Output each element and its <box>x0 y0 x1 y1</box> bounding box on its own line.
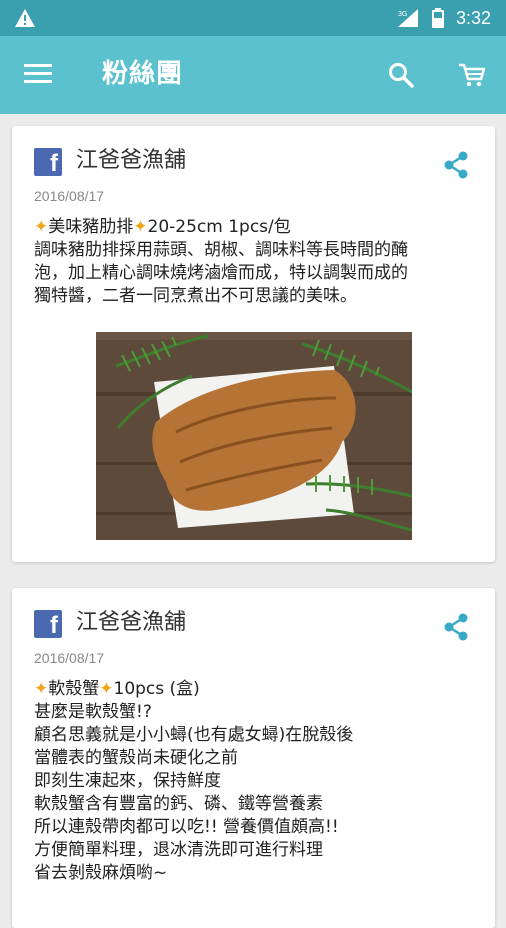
warning-icon <box>15 9 35 27</box>
search-icon[interactable] <box>388 62 414 88</box>
sparkle-icon: ✦ <box>99 679 114 699</box>
status-bar: 3G 3:32 <box>0 0 506 36</box>
headline-text: 軟殼蟹 <box>48 679 100 699</box>
post-line: 獨特醬，二者一同烹煮出不可思議的美味。 <box>34 286 357 306</box>
post-line: 當體表的蟹殼尚未硬化之前 <box>34 748 238 768</box>
post-body: ✦軟殼蟹✦10pcs (盒) 甚麼是軟殼蟹!? 顧名思義就是小小蟳(也有處女蟳)… <box>34 678 484 885</box>
post-card[interactable]: f 江爸爸漁舖 2016/08/17 ✦軟殼蟹✦10pcs (盒) 甚麼是軟殼蟹… <box>12 588 495 928</box>
sparkle-icon: ✦ <box>34 679 49 699</box>
battery-icon <box>432 8 444 28</box>
post-card[interactable]: f 江爸爸漁舖 2016/08/17 ✦美味豬肋排✦20-25cm 1pcs/包… <box>12 126 495 562</box>
share-icon[interactable] <box>442 150 470 180</box>
post-line: 顧名思義就是小小蟳(也有處女蟳)在脫殼後 <box>34 725 354 745</box>
post-line: 所以連殼帶肉都可以吃!! 營養價值頗高!! <box>34 817 339 837</box>
post-line: 即刻生凍起來，保持鮮度 <box>34 771 221 791</box>
post-author: 江爸爸漁舖 <box>76 148 187 173</box>
post-line: 甚麼是軟殼蟹!? <box>34 702 152 722</box>
post-date: 2016/08/17 <box>34 650 105 666</box>
headline-text: 美味豬肋排 <box>48 217 134 237</box>
post-line: 省去剝殼麻煩喲~ <box>34 863 168 883</box>
sparkle-icon: ✦ <box>133 217 148 237</box>
post-author: 江爸爸漁舖 <box>76 610 187 635</box>
menu-icon[interactable] <box>24 62 52 86</box>
cart-icon[interactable] <box>458 62 486 88</box>
headline-suffix: 20-25cm 1pcs/包 <box>147 217 291 237</box>
page-title: 粉絲團 <box>102 59 184 89</box>
signal-icon: 3G <box>398 9 418 27</box>
post-line: 調味豬肋排採用蒜頭、胡椒、調味料等長時間的醃 <box>34 240 408 260</box>
facebook-icon: f <box>34 610 62 639</box>
post-body: ✦美味豬肋排✦20-25cm 1pcs/包 調味豬肋排採用蒜頭、胡椒、調味料等長… <box>34 216 484 308</box>
app-bar: 粉絲團 <box>0 36 506 114</box>
post-line: 軟殼蟹含有豐富的鈣、磷、鐵等營養素 <box>34 794 323 814</box>
post-date: 2016/08/17 <box>34 188 105 204</box>
share-icon[interactable] <box>442 612 470 642</box>
post-image[interactable] <box>96 332 412 540</box>
post-line: 方便簡單料理，退冰清洗即可進行料理 <box>34 840 323 860</box>
post-headline: ✦美味豬肋排✦20-25cm 1pcs/包 <box>34 216 484 239</box>
network-type: 3G <box>398 11 407 18</box>
post-line: 泡，加上精心調味燒烤滷燴而成，特以調製而成的 <box>34 263 408 283</box>
sparkle-icon: ✦ <box>34 217 49 237</box>
post-headline: ✦軟殼蟹✦10pcs (盒) <box>34 678 484 701</box>
clock: 3:32 <box>456 8 492 28</box>
headline-suffix: 10pcs (盒) <box>113 679 200 699</box>
facebook-icon: f <box>34 148 62 177</box>
